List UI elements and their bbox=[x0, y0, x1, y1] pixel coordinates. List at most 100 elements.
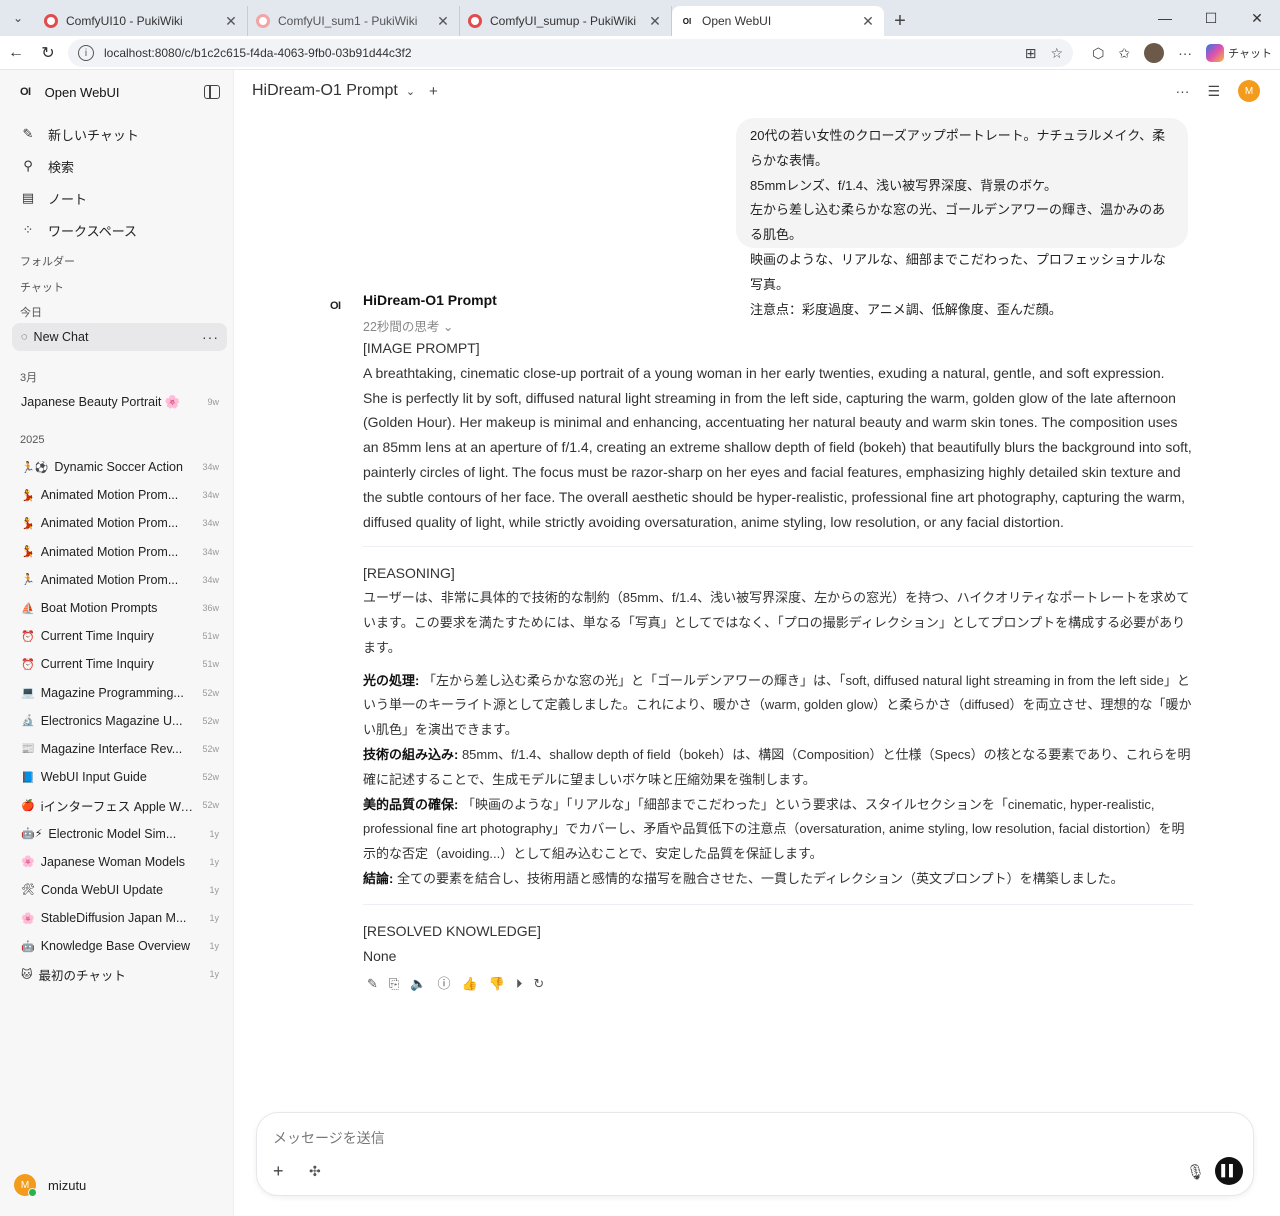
more-options-icon[interactable]: ··· bbox=[202, 329, 219, 345]
chat-title: Knowledge Base Overview bbox=[40, 939, 191, 954]
notes-button[interactable]: ▤ ノート bbox=[20, 182, 220, 214]
chat-title: Animated Motion Prom... bbox=[40, 488, 179, 503]
search-button[interactable]: ⚲ 検索 bbox=[20, 150, 220, 182]
menu-label: 検索 bbox=[48, 159, 75, 175]
favorite-star-icon[interactable]: ☆ bbox=[1050, 45, 1063, 62]
url-text: localhost:8080/c/b1c2c615-f4da-4063-9fb0… bbox=[104, 46, 412, 60]
info-icon[interactable]: ⓘ bbox=[438, 972, 451, 997]
copy-icon[interactable]: ⎘ bbox=[389, 972, 399, 997]
reload-icon[interactable]: ↻ bbox=[32, 37, 64, 69]
controls-icon[interactable]: ☰ bbox=[1207, 83, 1220, 100]
voice-mode-icon[interactable]: ▌▌ bbox=[1215, 1157, 1243, 1185]
chat-item[interactable]: 🌸 Japanese Woman Models 1y bbox=[12, 848, 227, 876]
chat-item[interactable]: 🏃⚽ Dynamic Soccer Action 34w bbox=[12, 453, 227, 481]
tools-icon[interactable]: ✣ bbox=[309, 1163, 321, 1180]
message-input[interactable]: メッセージを送信 bbox=[273, 1128, 385, 1148]
play-icon[interactable]: ⏵ bbox=[516, 972, 523, 997]
chat-item[interactable]: 🌸 StableDiffusion Japan M... 1y bbox=[12, 904, 227, 932]
browser-tab[interactable]: ComfyUI_sum1 - PukiWiki ✕ bbox=[248, 6, 460, 36]
copilot-button[interactable]: チャット bbox=[1206, 44, 1272, 62]
speaker-icon[interactable]: 🔈 bbox=[410, 972, 426, 997]
minimize-icon[interactable]: — bbox=[1142, 0, 1188, 36]
close-icon[interactable]: ✕ bbox=[647, 13, 663, 30]
model-selector[interactable]: HiDream-O1 Prompt bbox=[252, 82, 398, 100]
thumbs-up-icon[interactable]: 👍 bbox=[462, 972, 478, 997]
chat-title: Animated Motion Prom... bbox=[40, 516, 179, 531]
image-prompt-text: A breathtaking, cinematic close-up portr… bbox=[363, 364, 1192, 530]
close-icon[interactable]: ✕ bbox=[860, 13, 876, 30]
new-chat-button[interactable]: ✎ 新しいチャット bbox=[20, 118, 220, 150]
close-icon[interactable]: ✕ bbox=[435, 13, 451, 30]
chat-emoji: 🐱 bbox=[21, 968, 33, 981]
chat-item[interactable]: 🔬 Electronics Magazine U... 52w bbox=[12, 707, 227, 735]
chat-item[interactable]: 📘 WebUI Input Guide 52w bbox=[12, 763, 227, 791]
tab-title: ComfyUI10 - PukiWiki bbox=[66, 14, 183, 28]
chat-item[interactable]: 💃 Animated Motion Prom... 34w bbox=[12, 538, 227, 566]
extensions-icon[interactable]: ⬡ bbox=[1092, 45, 1104, 62]
apps-icon[interactable]: ⊞ bbox=[1025, 45, 1037, 62]
chat-item[interactable]: 🤖 Knowledge Base Overview 1y bbox=[12, 932, 227, 960]
user-menu[interactable]: M mizutu bbox=[14, 1174, 86, 1197]
profile-avatar[interactable] bbox=[1144, 43, 1165, 63]
site-info-icon[interactable]: i bbox=[78, 45, 94, 61]
divider bbox=[363, 546, 1193, 548]
chat-item-new-chat[interactable]: ◌ New Chat ··· bbox=[12, 323, 227, 351]
chat-item[interactable]: ⛵ Boat Motion Prompts 36w bbox=[12, 594, 227, 622]
chat-age: 52w bbox=[202, 772, 219, 783]
user-message-line: 左から差し込む柔らかな窓の光、ゴールデンアワーの輝き、温かみのある肌色。 bbox=[750, 202, 1166, 243]
chat-item[interactable]: ⏰ Current Time Inquiry 51w bbox=[12, 650, 227, 678]
attach-plus-icon[interactable]: + bbox=[273, 1161, 284, 1182]
browser-tab-active[interactable]: OI Open WebUI ✕ bbox=[672, 6, 884, 36]
address-bar[interactable]: i localhost:8080/c/b1c2c615-f4da-4063-9f… bbox=[68, 39, 1073, 67]
close-icon[interactable]: ✕ bbox=[223, 13, 239, 30]
chat-emoji: ◌ bbox=[21, 331, 28, 343]
browser-tab[interactable]: ComfyUI10 - PukiWiki ✕ bbox=[36, 6, 248, 36]
chat-item[interactable]: 💃 Animated Motion Prom... 34w bbox=[12, 509, 227, 537]
chat-item[interactable]: 💃 Animated Motion Prom... 34w bbox=[12, 481, 227, 509]
edit-icon[interactable]: ✎ bbox=[367, 972, 378, 997]
chat-title: 最初のチャット bbox=[38, 968, 126, 983]
browser-toolbar: ← ↻ i localhost:8080/c/b1c2c615-f4da-406… bbox=[0, 36, 1280, 70]
folders-label[interactable]: フォルダー bbox=[20, 253, 75, 269]
back-icon[interactable]: ← bbox=[0, 37, 32, 69]
reasoning-point: 結論: 全ての要素を結合し、技術用語と感情的な描写を融合させた、一貫したディレク… bbox=[363, 867, 1193, 892]
sidebar-toggle-icon[interactable] bbox=[204, 85, 220, 99]
tab-actions-menu[interactable]: ⌄ bbox=[0, 0, 36, 36]
thinking-toggle[interactable]: 22秒間の思考 ⌄ bbox=[363, 316, 453, 335]
chat-age: 9w bbox=[207, 397, 219, 408]
microphone-icon[interactable]: 🎙 bbox=[1186, 1163, 1205, 1181]
favorites-icon[interactable]: ✩ bbox=[1118, 45, 1130, 62]
thumbs-down-icon[interactable]: 👎 bbox=[489, 972, 505, 997]
chevron-down-icon[interactable]: ⌄ bbox=[406, 85, 415, 98]
model-avatar-icon: OI bbox=[330, 300, 341, 312]
knowledge-value: None bbox=[363, 947, 397, 964]
pukiwiki-icon bbox=[256, 14, 270, 28]
message-composer[interactable]: メッセージを送信 + ✣ 🎙 ▌▌ bbox=[256, 1112, 1254, 1196]
regenerate-icon[interactable]: ↻ bbox=[533, 972, 544, 997]
chat-item[interactable]: 🐱 最初のチャット 1y bbox=[12, 960, 227, 988]
point-label: 結論: bbox=[363, 870, 394, 886]
maximize-icon[interactable]: ☐ bbox=[1188, 0, 1234, 36]
app-name[interactable]: Open WebUI bbox=[45, 85, 120, 100]
avatar[interactable]: M bbox=[1238, 80, 1260, 102]
chat-item[interactable]: Japanese Beauty Portrait 🌸 9w bbox=[12, 388, 227, 416]
point-label: 美的品質の確保: bbox=[363, 796, 459, 812]
chat-item[interactable]: 🤖⚡ Electronic Model Sim... 1y bbox=[12, 819, 227, 847]
more-options-icon[interactable]: ··· bbox=[1175, 83, 1189, 99]
workspace-button[interactable]: ⁘ ワークスペース bbox=[20, 214, 220, 246]
more-options-icon[interactable]: ··· bbox=[1178, 45, 1192, 61]
chat-main: HiDream-O1 Prompt ⌄ + ··· ☰ M 20代の若い女性のク… bbox=[234, 70, 1280, 1216]
pukiwiki-icon bbox=[468, 14, 482, 28]
chat-item[interactable]: 💻 Magazine Programming... 52w bbox=[12, 679, 227, 707]
message-actions: ✎ ⎘ 🔈 ⓘ 👍 👎 ⏵ ↻ bbox=[363, 972, 1193, 997]
browser-tab[interactable]: ComfyUI_sumup - PukiWiki ✕ bbox=[460, 6, 672, 36]
chat-item[interactable]: 🛠 Conda WebUI Update 1y bbox=[12, 876, 227, 904]
chat-item[interactable]: ⏰ Current Time Inquiry 51w bbox=[12, 622, 227, 650]
chat-item[interactable]: 📰 Magazine Interface Rev... 52w bbox=[12, 735, 227, 763]
chats-label[interactable]: チャット bbox=[20, 279, 64, 295]
close-window-icon[interactable]: ✕ bbox=[1234, 0, 1280, 36]
chat-item[interactable]: 🏃 Animated Motion Prom... 34w bbox=[12, 566, 227, 594]
new-tab-button[interactable]: + bbox=[884, 6, 916, 36]
chat-item[interactable]: 🍎 iインターフェス Apple Watch 52w bbox=[12, 791, 227, 819]
add-model-icon[interactable]: + bbox=[429, 83, 438, 100]
